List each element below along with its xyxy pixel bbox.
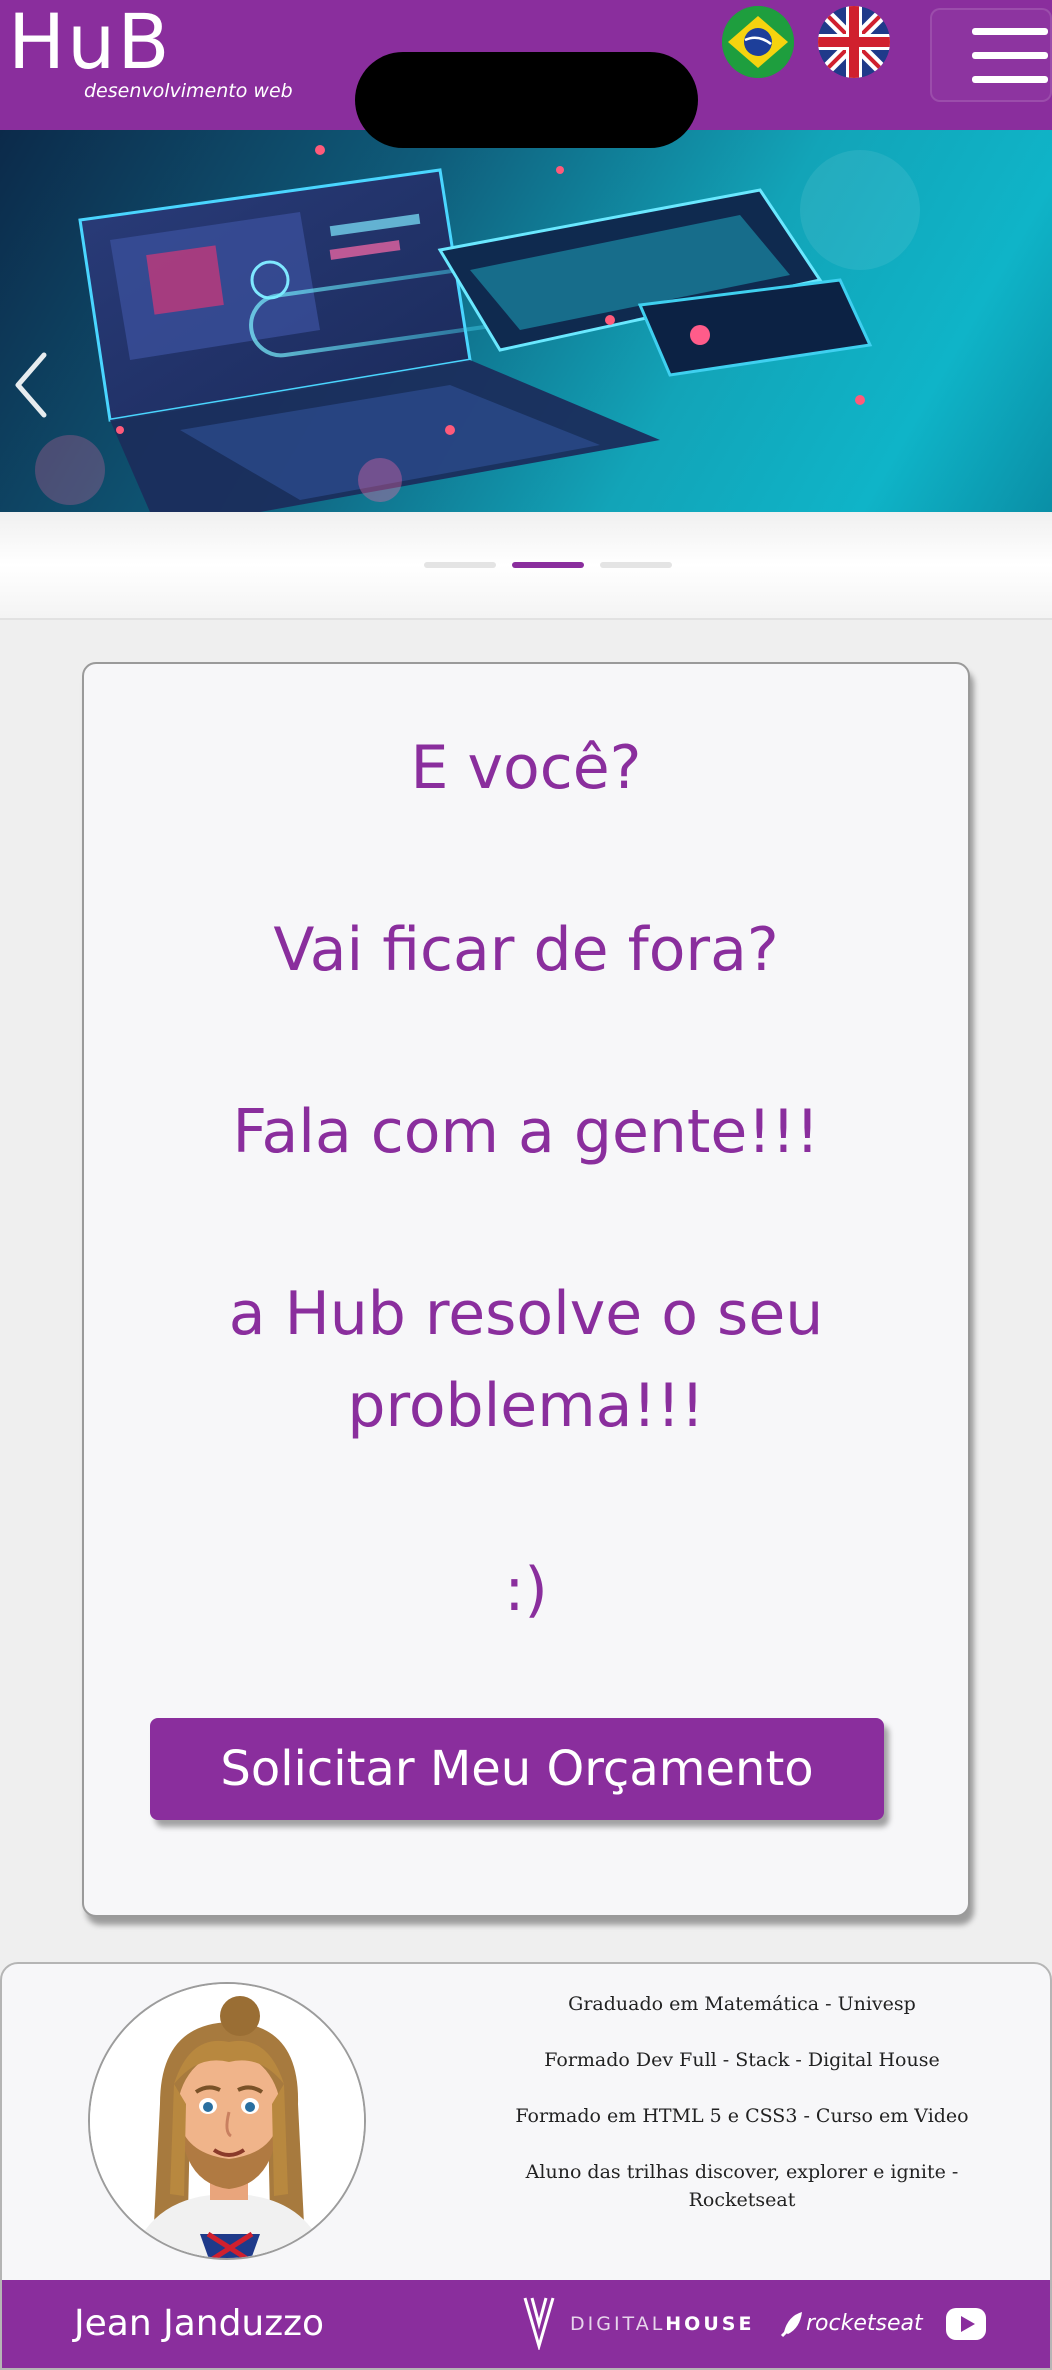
menu-bar <box>972 28 1048 35</box>
bio-line: Formado em HTML 5 e CSS3 - Curso em Vide… <box>515 2105 969 2127</box>
carousel-indicator-active[interactable] <box>512 562 584 568</box>
menu-bar <box>972 76 1048 83</box>
youtube-icon[interactable] <box>944 2304 988 2344</box>
hero-illustration <box>35 145 920 512</box>
request-quote-button[interactable]: Solicitar Meu Orçamento <box>150 1718 884 1820</box>
chevron-left-icon <box>15 352 47 418</box>
profile-section: Graduado em Matemática - Univesp Formado… <box>0 1962 1052 2370</box>
logo-subtitle: desenvolvimento web <box>84 80 293 102</box>
digitalhouse-logo-icon <box>523 2297 555 2350</box>
flag-brazil-icon[interactable] <box>722 6 794 78</box>
rocket-icon <box>780 2312 802 2338</box>
card-line: Fala com a gente!!! <box>232 1097 820 1167</box>
card-line: a Hub resolve o seu <box>228 1279 824 1349</box>
carousel-indicator[interactable] <box>424 562 496 568</box>
digitalhouse-logo-light: DIGITAL <box>570 2313 666 2335</box>
card-smiley: :) <box>504 1555 548 1625</box>
card-line: problema!!! <box>347 1371 705 1441</box>
profile-footer-bar: Jean Janduzzo DIGITALHOUSE rocketseat <box>2 2280 1050 2368</box>
hamburger-menu-icon[interactable] <box>930 8 1052 102</box>
profile-name: Jean Janduzzo <box>74 2303 325 2344</box>
card-line: Vai ficar de fora? <box>273 915 779 985</box>
avatar <box>88 1982 366 2260</box>
digitalhouse-logo-bold: HOUSE <box>665 2313 755 2335</box>
hero-carousel-slide[interactable] <box>0 130 1052 512</box>
camera-notch <box>355 52 698 148</box>
digitalhouse-logo[interactable]: DIGITALHOUSE <box>570 2280 754 2368</box>
bio-line: Formado Dev Full - Stack - Digital House <box>544 2049 940 2071</box>
bio-line: Aluno das trilhas discover, explorer e i… <box>525 2161 959 2211</box>
carousel-prev-button[interactable] <box>12 345 52 425</box>
card-line: E você? <box>410 733 642 803</box>
rocketseat-logo[interactable]: rocketseat <box>806 2280 923 2368</box>
flag-uk-icon[interactable] <box>818 6 890 78</box>
menu-bar <box>972 52 1048 59</box>
cta-card: E você? Vai ficar de fora? Fala com a ge… <box>82 662 970 1917</box>
logo[interactable]: HuB <box>8 2 171 82</box>
carousel-indicators <box>0 512 1052 620</box>
bio: Graduado em Matemática - Univesp Formado… <box>502 1990 982 2242</box>
carousel-indicator[interactable] <box>600 562 672 568</box>
bio-line: Graduado em Matemática - Univesp <box>568 1993 916 2015</box>
